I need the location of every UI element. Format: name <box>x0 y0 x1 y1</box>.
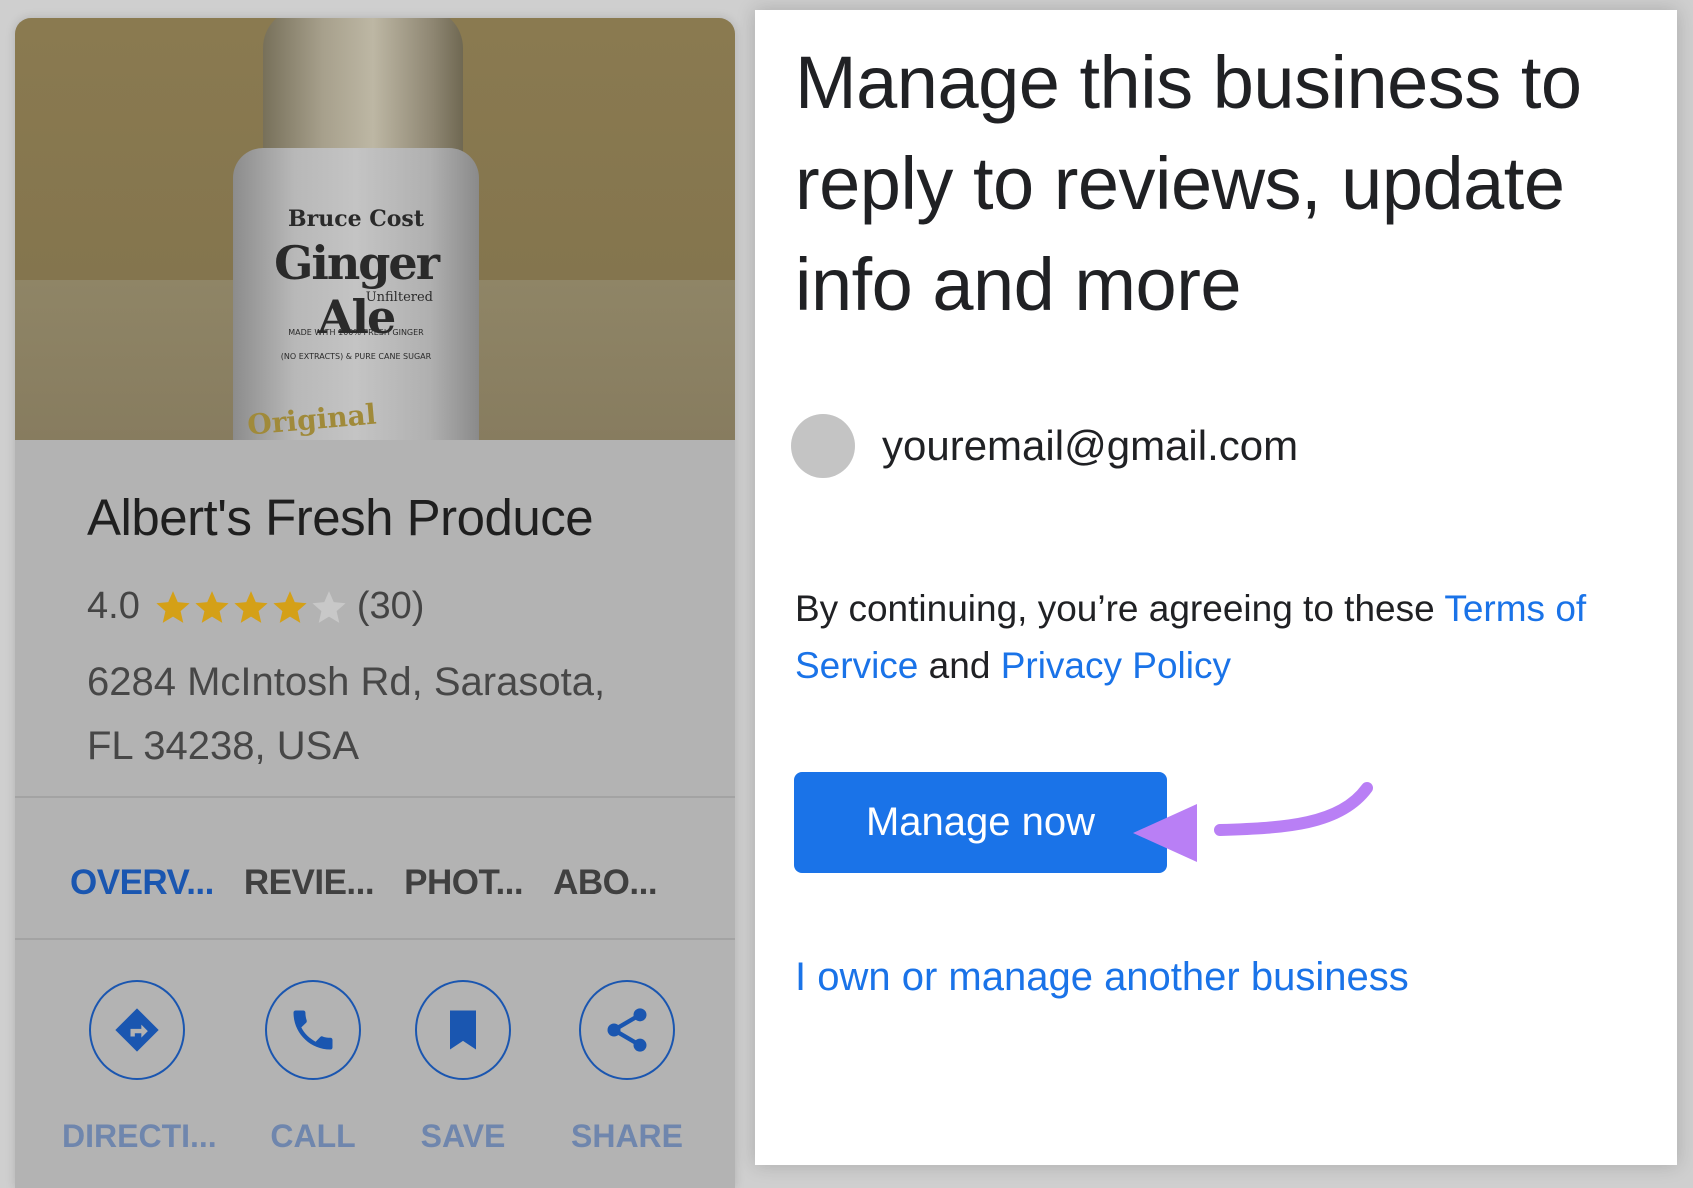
share-label: SHARE <box>570 1118 683 1154</box>
star-filled-icon <box>234 590 268 623</box>
rating-value: 4.0 <box>87 585 140 627</box>
account-email: youremail@gmail.com <box>882 422 1299 469</box>
tab-photos[interactable]: PHOT... <box>404 863 524 903</box>
call-circle <box>265 980 361 1080</box>
business-card: Bruce Cost Ginger Ale Unfiltered MADE WI… <box>15 18 735 1188</box>
star-empty-icon <box>312 590 346 623</box>
terms-conjunction: and <box>918 645 1001 686</box>
terms-notice: By continuing, you’re agreeing to these … <box>795 580 1675 694</box>
account-row[interactable]: youremail@gmail.com <box>791 414 1298 478</box>
avatar <box>791 414 855 478</box>
directions-icon <box>115 1008 159 1052</box>
business-tabs: OVERV... REVIE... PHOT... ABO... <box>70 863 687 903</box>
address-line-2: FL 34238, USA <box>87 724 360 768</box>
annotation-arrow-icon <box>1133 782 1373 862</box>
bottle-label-brand: Bruce Cost <box>288 206 424 232</box>
another-business-link[interactable]: I own or manage another business <box>795 955 1409 1000</box>
share-icon <box>607 1008 647 1052</box>
bookmark-icon <box>450 1010 476 1050</box>
directions-circle <box>89 980 185 1080</box>
rating-row[interactable]: 4.0 (30) <box>87 585 424 628</box>
call-label: CALL <box>270 1118 356 1154</box>
directions-button[interactable]: DIRECTI... <box>62 980 217 1155</box>
star-filled-icon <box>156 590 190 623</box>
star-filled-icon <box>273 590 307 623</box>
business-name: Albert's Fresh Produce <box>87 489 594 546</box>
save-button[interactable]: SAVE <box>388 980 538 1155</box>
business-address: 6284 McIntosh Rd, Sarasota, FL 34238, US… <box>87 650 605 778</box>
terms-prefix: By continuing, you’re agreeing to these <box>795 588 1445 629</box>
business-photo[interactable]: Bruce Cost Ginger Ale Unfiltered MADE WI… <box>15 18 735 440</box>
rating-stars <box>154 588 349 626</box>
bottle-label-line: (NO EXTRACTS) & PURE CANE SUGAR <box>280 352 432 361</box>
save-circle <box>415 980 511 1080</box>
tab-about[interactable]: ABO... <box>553 863 657 903</box>
divider <box>15 796 735 798</box>
privacy-policy-link[interactable]: Privacy Policy <box>1001 645 1231 686</box>
page-title: Manage this business to reply to reviews… <box>795 41 1582 326</box>
divider <box>15 938 735 940</box>
directions-label: DIRECTI... <box>62 1118 217 1154</box>
share-button[interactable]: SHARE <box>552 980 702 1155</box>
manage-now-button[interactable]: Manage now <box>794 772 1167 873</box>
save-label: SAVE <box>420 1118 506 1154</box>
bottle-label-sub: Unfiltered <box>365 290 433 305</box>
manage-business-panel: Manage this business to reply to reviews… <box>755 10 1677 1165</box>
tab-overview[interactable]: OVERV... <box>70 863 214 903</box>
share-circle <box>579 980 675 1080</box>
bottle-neck <box>263 18 463 168</box>
address-line-1: 6284 McIntosh Rd, Sarasota, <box>87 660 606 704</box>
phone-icon <box>293 1010 333 1050</box>
review-count: (30) <box>356 585 425 627</box>
call-button[interactable]: CALL <box>238 980 388 1155</box>
tab-reviews[interactable]: REVIE... <box>244 863 375 903</box>
action-buttons: DIRECTI... CALL SAVE SHARE <box>15 980 735 1188</box>
bottle-label-line: MADE WITH 100% FRESH GINGER <box>288 328 424 337</box>
star-filled-icon <box>195 590 229 623</box>
